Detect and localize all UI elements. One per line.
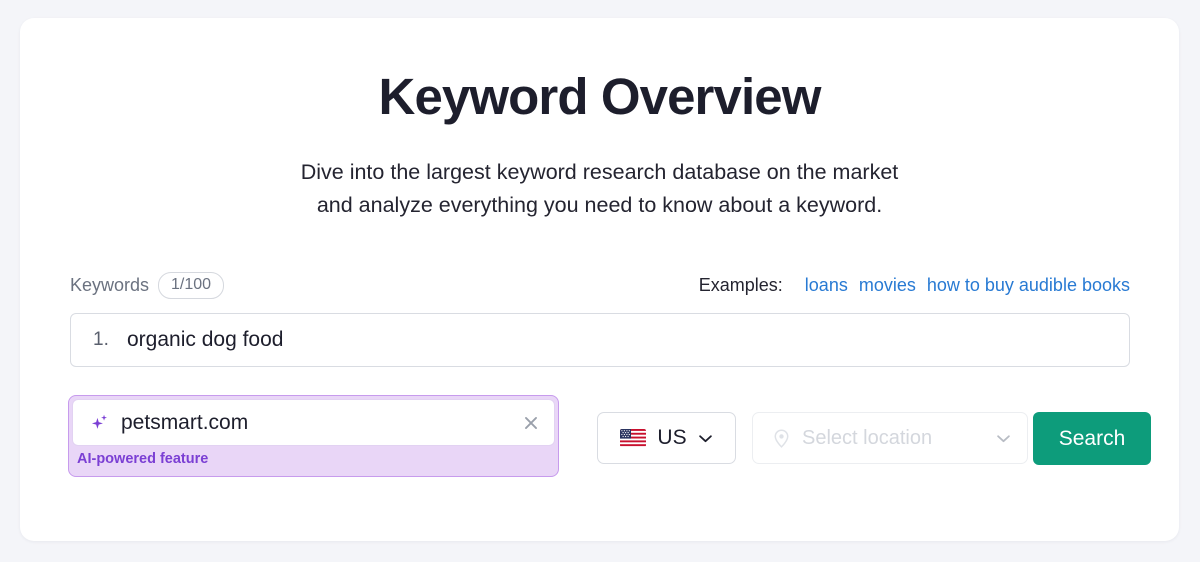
chevron-down-icon <box>997 434 1010 442</box>
keywords-label: Keywords <box>70 274 150 295</box>
keyword-input-value[interactable]: organic dog food <box>127 328 1129 352</box>
keywords-label-group: Keywords 1/100 <box>70 268 225 302</box>
location-placeholder: Select location <box>802 426 933 449</box>
ai-domain-field[interactable]: petsmart.com AI-powered feature <box>68 395 559 477</box>
chevron-down-icon <box>698 434 712 442</box>
search-button[interactable]: Search <box>1033 412 1151 465</box>
subtitle-line-2: and analyze everything you need to know … <box>316 193 883 217</box>
ai-powered-feature-note: AI-powered feature <box>77 451 209 467</box>
subtitle-line-1: Dive into the largest keyword research d… <box>300 160 899 184</box>
keyword-overview-card: Keyword Overview Dive into the largest k… <box>20 18 1179 541</box>
country-code-label: US <box>657 426 687 449</box>
us-flag-icon <box>620 429 647 447</box>
examples-group: Examples: loans movies how to buy audibl… <box>699 268 1130 302</box>
page-subtitle: Dive into the largest keyword research d… <box>20 156 1179 222</box>
location-pin-icon <box>774 429 789 448</box>
keyword-input[interactable]: 1. organic dog food <box>70 313 1130 367</box>
sparkle-icon <box>91 414 107 429</box>
keyword-row-index: 1. <box>93 329 109 350</box>
ai-domain-input[interactable]: petsmart.com <box>72 399 555 446</box>
keywords-counter-badge: 1/100 <box>158 271 225 299</box>
example-link-movies[interactable]: movies <box>859 275 916 296</box>
close-icon[interactable] <box>520 412 542 434</box>
keyword-labels-row: Keywords 1/100 Examples: loans movies ho… <box>70 268 1130 302</box>
example-link-audible-books[interactable]: how to buy audible books <box>927 275 1130 296</box>
page-title: Keyword Overview <box>378 68 822 125</box>
ai-domain-value[interactable]: petsmart.com <box>121 411 520 435</box>
example-link-loans[interactable]: loans <box>805 275 848 296</box>
country-selector[interactable]: US <box>597 412 736 464</box>
examples-label: Examples: <box>698 274 783 295</box>
search-controls-row: petsmart.com AI-powered feature US Selec… <box>68 395 1151 485</box>
location-selector[interactable]: Select location <box>752 412 1028 464</box>
